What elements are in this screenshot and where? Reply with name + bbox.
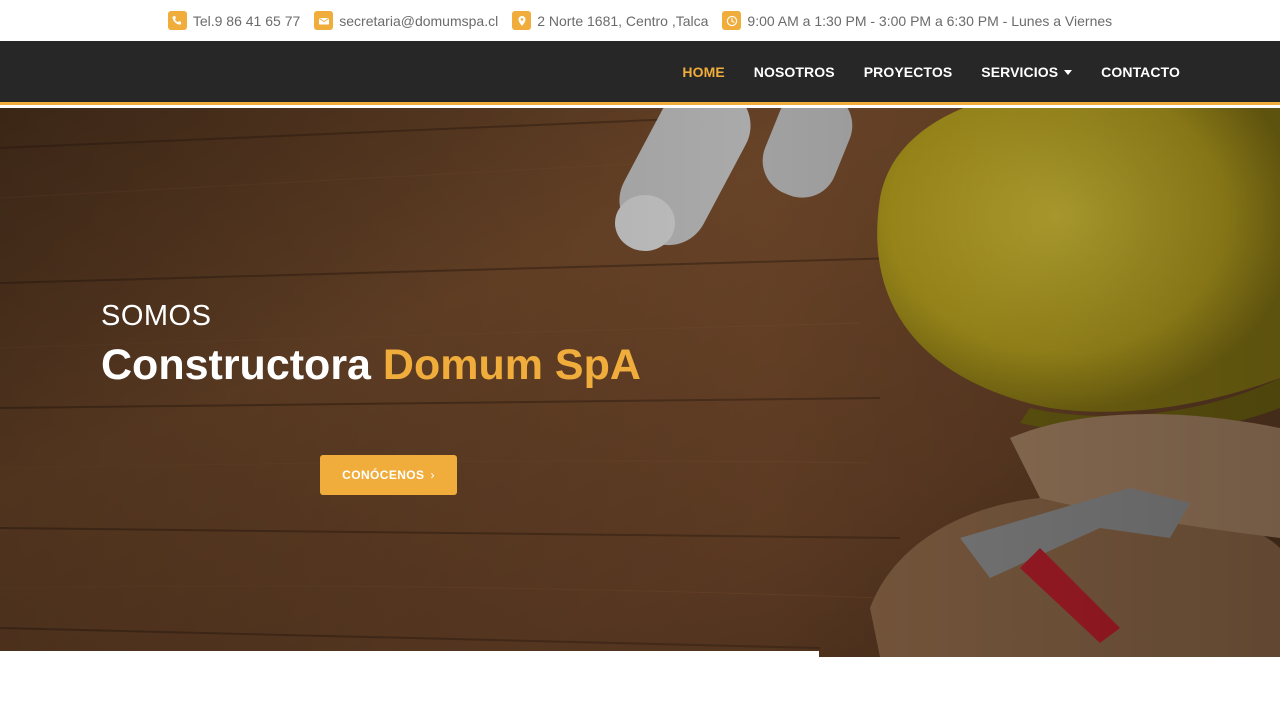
chevron-right-icon: › <box>430 468 435 482</box>
conocenos-button[interactable]: CONÓCENOS › <box>320 455 457 495</box>
hours-text: 9:00 AM a 1:30 PM - 3:00 PM a 6:30 PM - … <box>747 12 1113 29</box>
nav-item-nosotros[interactable]: NOSOTROS <box>754 64 835 80</box>
mail-icon <box>314 11 334 30</box>
nav-menu: HOME NOSOTROS PROYECTOS SERVICIOS CONTAC… <box>682 41 1180 103</box>
address-text: 2 Norte 1681, Centro ,Talca <box>537 12 709 29</box>
address-info: 2 Norte 1681, Centro ,Talca <box>512 11 708 30</box>
hero-bottom-divider <box>0 651 819 657</box>
hero-title-accent: Domum SpA <box>382 341 641 389</box>
hero-text-block: SOMOS Constructora Domum SpA <box>101 300 641 390</box>
nav-item-home[interactable]: HOME <box>682 64 724 80</box>
nav-item-label: HOME <box>682 64 725 80</box>
cta-label: CONÓCENOS <box>342 468 425 482</box>
nav-item-contacto[interactable]: CONTACTO <box>1101 64 1180 80</box>
nav-item-label: CONTACTO <box>1101 64 1180 80</box>
hero-subtitle: SOMOS <box>101 300 212 332</box>
caret-down-icon <box>1064 70 1073 75</box>
nav-item-label: PROYECTOS <box>863 64 953 80</box>
hero-title-main: Constructora <box>101 341 371 389</box>
email-info[interactable]: secretaria@domumspa.cl <box>314 11 498 30</box>
nav-item-label: SERVICIOS <box>981 64 1059 80</box>
email-text: secretaria@domumspa.cl <box>339 12 499 29</box>
phone-icon <box>167 11 187 30</box>
nav-item-proyectos[interactable]: PROYECTOS <box>864 64 953 80</box>
top-info-bar: Tel.9 86 41 65 77 secretaria@domumspa.cl… <box>0 0 1280 41</box>
nav-item-label: NOSOTROS <box>753 64 835 80</box>
hero-title: Constructora Domum SpA <box>101 341 641 390</box>
hero-banner: SOMOS Constructora Domum SpA CONÓCENOS › <box>0 108 1280 657</box>
location-pin-icon <box>512 11 532 30</box>
phone-info[interactable]: Tel.9 86 41 65 77 <box>167 11 301 30</box>
main-navbar: HOME NOSOTROS PROYECTOS SERVICIOS CONTAC… <box>0 41 1280 105</box>
phone-text: Tel.9 86 41 65 77 <box>192 12 301 29</box>
clock-icon <box>722 11 742 30</box>
hours-info: 9:00 AM a 1:30 PM - 3:00 PM a 6:30 PM - … <box>722 11 1112 30</box>
nav-item-servicios[interactable]: SERVICIOS <box>981 64 1073 80</box>
